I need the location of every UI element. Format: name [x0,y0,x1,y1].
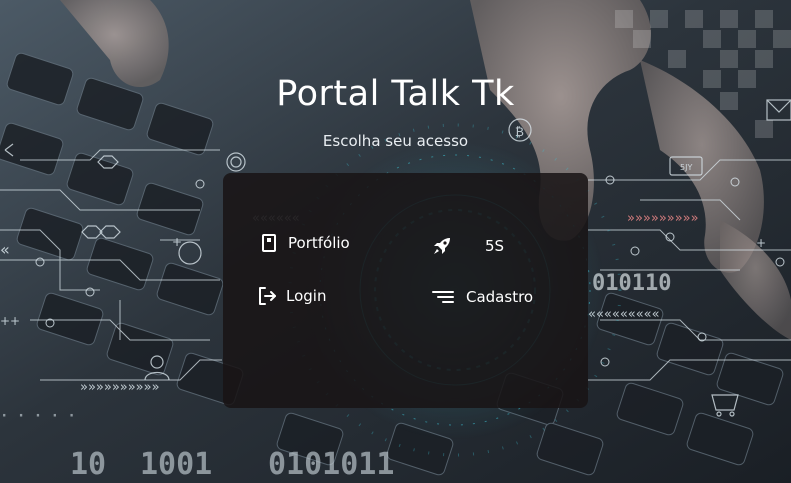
sort-lines-icon [432,286,454,308]
cadastro-link[interactable]: Cadastro [432,285,533,309]
svg-text:+: + [172,235,182,249]
svg-text:10: 10 [70,447,106,482]
svg-text:5JY: 5JY [680,163,692,172]
login-screen: »»»»»»»»»» »»»»»»»»» ««««««««« «««««« « … [0,0,791,483]
portfolio-link[interactable]: Portfólio [258,231,350,255]
portfolio-label: Portfólio [288,234,350,252]
svg-text:0101011: 0101011 [268,447,394,482]
rocket-icon [431,235,453,257]
book-icon [258,232,280,254]
5s-label: 5S [485,237,505,255]
login-icon [256,285,278,307]
svg-text:»»»»»»»»»»: »»»»»»»»»» [80,380,160,395]
login-label: Login [286,287,327,305]
svg-text:»»»»»»»»»: »»»»»»»»» [627,211,699,226]
svg-text:1001: 1001 [140,447,212,482]
login-link[interactable]: Login [256,284,326,308]
svg-text:· · · · ·: · · · · · [0,408,76,424]
svg-text:«: « [0,240,10,259]
page-title: Portal Talk Tk [276,74,515,114]
page-subtitle: Escolha seu acesso [322,132,469,150]
cadastro-label: Cadastro [466,288,534,306]
svg-text:++: ++ [0,314,20,328]
svg-text:+: + [756,236,766,250]
5s-link[interactable]: 5S [431,234,504,258]
